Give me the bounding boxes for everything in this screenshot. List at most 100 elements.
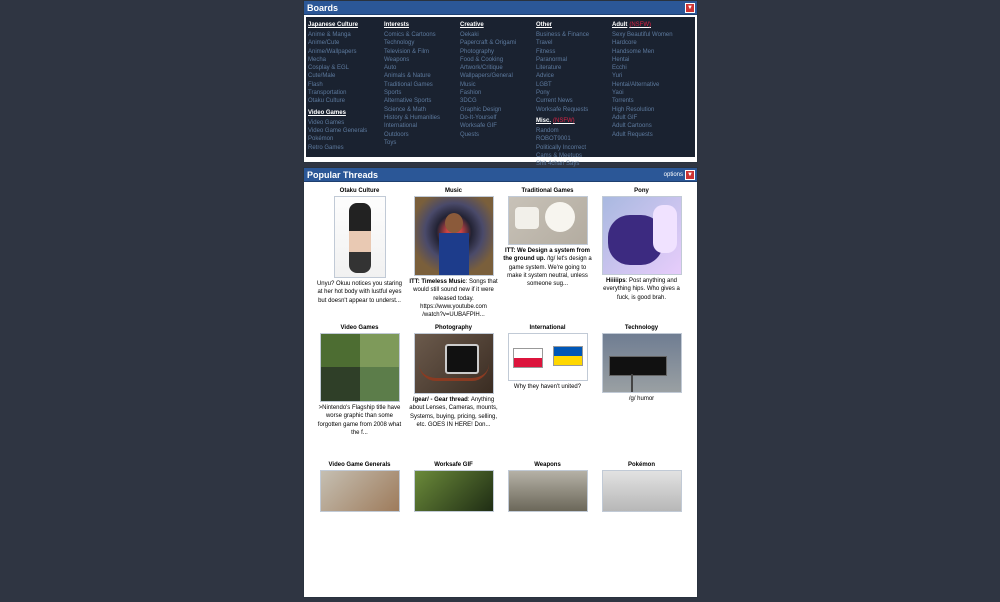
board-link[interactable]: Alternative Sports [384, 97, 460, 105]
thread-thumbnail[interactable] [319, 333, 400, 402]
board-link[interactable]: Literature [536, 64, 612, 72]
category-name: Creative [460, 22, 484, 28]
board-link[interactable]: Fashion [460, 89, 536, 97]
board-link[interactable]: Hardcore [612, 39, 688, 47]
options-control[interactable]: options ▼ [664, 169, 695, 180]
board-link[interactable]: Animals & Nature [384, 72, 460, 80]
thread-board-name[interactable]: Technology [595, 323, 688, 333]
board-link[interactable]: Flash [308, 81, 384, 89]
thread-thumbnail[interactable] [507, 333, 588, 381]
board-link[interactable]: Auto [384, 64, 460, 72]
thread-board-name[interactable]: Weapons [501, 460, 594, 470]
thread-board-name[interactable]: International [501, 323, 594, 333]
board-link[interactable]: LGBT [536, 81, 612, 89]
thread-thumbnail[interactable] [507, 470, 588, 512]
board-link[interactable]: History & Humanities [384, 114, 460, 122]
thread-board-name[interactable]: Photography [407, 323, 500, 333]
board-link[interactable]: Hentai [612, 56, 688, 64]
board-link[interactable]: Retro Games [308, 144, 384, 152]
board-link[interactable]: Worksafe GIF [460, 122, 536, 130]
board-link[interactable]: Anime/Wallpapers [308, 48, 384, 56]
board-link[interactable]: Oekaki [460, 31, 536, 39]
board-link[interactable]: Paranormal [536, 56, 612, 64]
board-link[interactable]: Television & Film [384, 48, 460, 56]
options-toggle-icon[interactable]: ▼ [685, 169, 695, 180]
board-link[interactable]: Sports [384, 89, 460, 97]
board-link[interactable]: Random [536, 127, 612, 135]
thread-board-name[interactable]: Pony [595, 186, 688, 196]
board-link[interactable]: Advice [536, 72, 612, 80]
board-link[interactable]: Business & Finance [536, 31, 612, 39]
board-link[interactable]: Music [460, 81, 536, 89]
board-link[interactable]: Do-It-Yourself [460, 114, 536, 122]
thread-board-name[interactable]: Worksafe GIF [407, 460, 500, 470]
thread-board-name[interactable]: Pokémon [595, 460, 688, 470]
board-link[interactable]: Traditional Games [384, 81, 460, 89]
board-link[interactable]: International [384, 122, 460, 130]
board-link[interactable]: Technology [384, 39, 460, 47]
board-category-heading: Other [536, 21, 612, 30]
board-link[interactable]: Anime/Cute [308, 39, 384, 47]
board-link[interactable]: Adult GIF [612, 114, 688, 122]
board-link[interactable]: Handsome Men [612, 48, 688, 56]
thread-board-name[interactable]: Otaku Culture [313, 186, 406, 196]
category-name: Video Games [308, 109, 346, 116]
board-link[interactable]: Adult Cartoons [612, 122, 688, 130]
board-link[interactable]: Adult Requests [612, 131, 688, 139]
board-link[interactable]: 3DCG [460, 97, 536, 105]
thread-card: Traditional Games ITT: We Design a system… [501, 186, 594, 323]
thread-thumbnail[interactable] [507, 196, 588, 245]
board-link[interactable]: Comics & Cartoons [384, 31, 460, 39]
board-link[interactable]: Sexy Beautiful Women [612, 31, 688, 39]
board-link[interactable]: Torrents [612, 97, 688, 105]
board-link[interactable]: Ecchi [612, 64, 688, 72]
thread-thumbnail[interactable] [601, 333, 682, 393]
board-link[interactable]: Video Game Generals [308, 127, 384, 135]
board-link[interactable]: Weapons [384, 56, 460, 64]
thread-thumbnail[interactable] [413, 196, 494, 276]
board-link[interactable]: Photography [460, 48, 536, 56]
thread-board-name[interactable]: Music [407, 186, 500, 196]
board-link[interactable]: Papercraft & Origami [460, 39, 536, 47]
thread-thumbnail[interactable] [413, 333, 494, 394]
thread-thumbnail[interactable] [333, 196, 386, 278]
board-link[interactable]: Wallpapers/General [460, 72, 536, 80]
board-link[interactable]: Fitness [536, 48, 612, 56]
options-link[interactable]: options [664, 172, 683, 178]
board-link[interactable]: High Resolution [612, 106, 688, 114]
board-link[interactable]: Hentai/Alternative [612, 81, 688, 89]
board-link[interactable]: Transportation [308, 89, 384, 97]
collapse-toggle-icon[interactable]: ▼ [685, 2, 695, 13]
thread-thumbnail[interactable] [601, 196, 682, 275]
thread-teaser: >Nintendo's Flagship title have worse gr… [313, 404, 406, 437]
board-link[interactable]: Video Games [308, 119, 384, 127]
board-link[interactable]: Politically Incorrect [536, 144, 612, 152]
thread-board-name[interactable]: Video Game Generals [313, 460, 406, 470]
board-link[interactable]: Artwork/Critique [460, 64, 536, 72]
board-link[interactable]: Worksafe Requests [536, 106, 612, 114]
thread-thumbnail[interactable] [413, 470, 494, 512]
board-link[interactable]: Toys [384, 139, 460, 147]
board-link[interactable]: ROBOT9001 [536, 135, 612, 143]
board-link[interactable]: Yaoi [612, 89, 688, 97]
board-link[interactable]: Pokémon [308, 135, 384, 143]
board-link[interactable]: Otaku Culture [308, 97, 384, 105]
board-link[interactable]: Graphic Design [460, 106, 536, 114]
board-link[interactable]: Science & Math [384, 106, 460, 114]
board-link[interactable]: Quests [460, 131, 536, 139]
board-link[interactable]: Outdoors [384, 131, 460, 139]
board-link[interactable]: Shit 4chan Says [536, 160, 612, 168]
board-link[interactable]: Cute/Male [308, 72, 384, 80]
thread-board-name[interactable]: Video Games [313, 323, 406, 333]
board-link[interactable]: Yuri [612, 72, 688, 80]
board-link[interactable]: Current News [536, 97, 612, 105]
board-link[interactable]: Mecha [308, 56, 384, 64]
board-link[interactable]: Food & Cooking [460, 56, 536, 64]
board-link[interactable]: Anime & Manga [308, 31, 384, 39]
board-link[interactable]: Cosplay & EGL [308, 64, 384, 72]
thread-thumbnail[interactable] [601, 470, 682, 512]
thread-board-name[interactable]: Traditional Games [501, 186, 594, 196]
board-link[interactable]: Pony [536, 89, 612, 97]
board-link[interactable]: Travel [536, 39, 612, 47]
thread-thumbnail[interactable] [319, 470, 400, 512]
